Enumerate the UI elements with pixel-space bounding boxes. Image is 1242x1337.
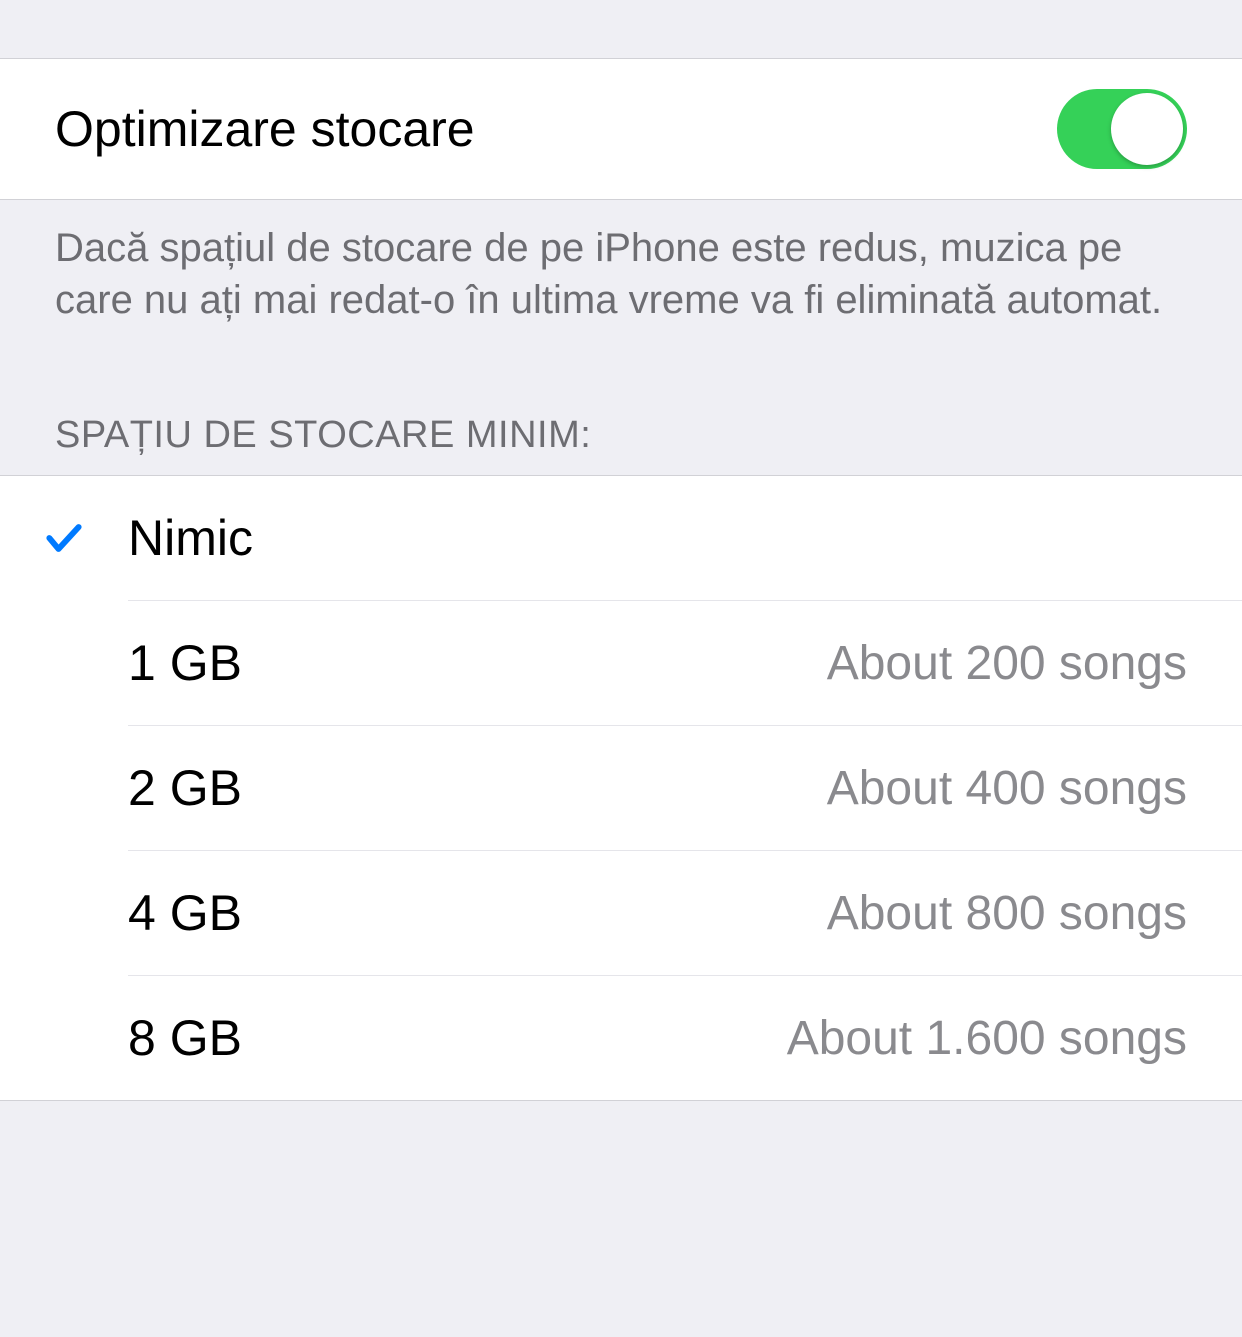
switch-knob <box>1111 93 1183 165</box>
min-storage-header: SPAȚIU DE STOCARE MINIM: <box>0 326 1242 475</box>
option-label: 1 GB <box>128 634 242 692</box>
checkmark-icon <box>42 516 86 560</box>
option-detail: About 800 songs <box>827 886 1187 941</box>
storage-option-8gb[interactable]: 8 GB About 1.600 songs <box>0 975 1242 1100</box>
optimize-storage-row[interactable]: Optimizare stocare <box>0 58 1242 200</box>
storage-option-4gb[interactable]: 4 GB About 800 songs <box>0 850 1242 975</box>
option-detail: About 400 songs <box>827 761 1187 816</box>
option-detail: About 200 songs <box>827 636 1187 691</box>
spacer-bottom <box>0 1101 1242 1337</box>
optimize-storage-description: Dacă spațiul de stocare de pe iPhone est… <box>0 200 1242 326</box>
storage-option-2gb[interactable]: 2 GB About 400 songs <box>0 725 1242 850</box>
storage-options: Nimic 1 GB About 200 songs 2 GB About 40… <box>0 475 1242 1101</box>
check-col <box>0 516 128 560</box>
storage-option-none[interactable]: Nimic <box>0 476 1242 600</box>
option-label: 4 GB <box>128 884 242 942</box>
option-label: 8 GB <box>128 1009 242 1067</box>
storage-option-1gb[interactable]: 1 GB About 200 songs <box>0 600 1242 725</box>
optimize-storage-switch[interactable] <box>1057 89 1187 169</box>
optimize-storage-label: Optimizare stocare <box>55 100 475 158</box>
option-detail: About 1.600 songs <box>787 1011 1187 1066</box>
option-label: 2 GB <box>128 759 242 817</box>
spacer-top <box>0 0 1242 58</box>
option-label: Nimic <box>128 509 253 567</box>
